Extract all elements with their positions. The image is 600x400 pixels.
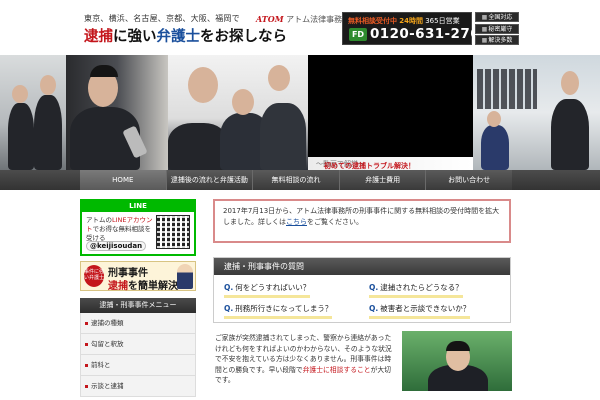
q-text: 刑務所行きになってしまう？ bbox=[235, 304, 333, 313]
tagline-tail: をお探しなら bbox=[200, 29, 287, 45]
badge-confidential: ■秘密厳守 bbox=[475, 23, 519, 34]
nav-home[interactable]: HOME bbox=[80, 170, 167, 190]
check-icon: ■ bbox=[481, 14, 488, 21]
q-prefix: Q. bbox=[369, 283, 379, 292]
sidebar-item-arrest-types[interactable]: 逮捕の種類 bbox=[80, 313, 196, 334]
line-id: @keijisoudan bbox=[86, 241, 147, 251]
q-prefix: Q. bbox=[369, 304, 379, 313]
ribbon-text: 初めての逮捕トラブル解決！ ～動画で解説～ bbox=[316, 159, 415, 170]
cta-free-label: 無料相談受付中 bbox=[348, 17, 397, 25]
nav-bar-left-fill bbox=[0, 170, 80, 190]
faq-question-what-to-do[interactable]: Q. 何をどうすればいい？ bbox=[224, 282, 311, 298]
site-tagline[interactable]: 逮捕に強い弁護士をお探しなら bbox=[84, 25, 287, 46]
sidebar-menu: 逮捕・刑事事件メニュー 逮捕の種類 勾留と釈放 前科と 示談と逮捕 bbox=[80, 298, 196, 397]
firm-logo[interactable]: ATOM アトム法律事務所 bbox=[256, 14, 350, 25]
hero-photo-lawyer-team bbox=[168, 55, 308, 170]
main-content: 2017年7月13日から、アトム法律事務所の刑事事件に関する無料相談の受付時間を… bbox=[213, 199, 512, 391]
portrait-hair bbox=[446, 341, 470, 351]
qr-code-icon bbox=[156, 215, 190, 249]
lawyer-portrait bbox=[402, 331, 512, 391]
sidebar-item-settlement[interactable]: 示談と逮捕 bbox=[80, 376, 196, 397]
hero-photo-lawyer-speaking bbox=[66, 55, 168, 170]
line-text-3: でお得な無料相談を受ける bbox=[86, 225, 151, 242]
intro-text: ご家族が突然逮捕されてしまった、警察から連絡があったけれども何をすればよいのかわ… bbox=[215, 333, 395, 386]
faq-box: 逮捕・刑事事件の質問 Q. 何をどうすればいい？ Q. 逮捕されたらどうなる？ Q.… bbox=[213, 257, 511, 323]
badge-label: 秘密厳守 bbox=[488, 25, 513, 33]
badge-label: 全国対応 bbox=[488, 14, 513, 21]
lawyer-illustration-icon bbox=[177, 264, 193, 289]
document-icon: ■ bbox=[481, 37, 488, 44]
line-consult-banner[interactable]: LINE アトムのLINEアカウントでお得な無料相談を受ける @keijisou… bbox=[80, 199, 196, 256]
hero-photo-meeting bbox=[0, 55, 66, 170]
nav-fees[interactable]: 弁護士費用 bbox=[340, 170, 427, 190]
banner-tail: を簡単解決 bbox=[128, 281, 178, 292]
lock-icon: ■ bbox=[481, 25, 488, 33]
line-header: LINE bbox=[82, 201, 194, 212]
banner-subtitle: 逮捕を簡単解決 bbox=[108, 277, 178, 292]
hero-photo-office bbox=[473, 55, 600, 170]
criminal-case-banner[interactable]: 事件に強い弁護士 刑事事件 逮捕を簡単解決 bbox=[80, 261, 196, 292]
notice-link[interactable]: こちら bbox=[286, 218, 307, 226]
badge-resolved: ■解決多数 bbox=[475, 35, 519, 45]
faq-question-settlement[interactable]: Q. 被害者と示談できないか？ bbox=[369, 303, 471, 319]
badge-label: 解決多数 bbox=[488, 37, 513, 44]
tagline-lawyer: 弁護士 bbox=[156, 29, 201, 45]
line-text-1: アトムの bbox=[86, 216, 112, 224]
intro-section: ご家族が突然逮捕されてしまった、警察から連絡があったけれども何をすればよいのかわ… bbox=[213, 331, 512, 391]
service-cities: 東京、横浜、名古屋、京都、大阪、福岡で bbox=[84, 14, 240, 23]
intro-highlight: 弁護士に相談すること bbox=[302, 365, 371, 374]
cta-hours: 無料相談受付中 24時間 365日営業 bbox=[348, 16, 460, 26]
nav-bar-right-fill bbox=[512, 170, 600, 190]
q-text: 逮捕されたらどうなる？ bbox=[380, 283, 463, 292]
badge-nationwide: ■全国対応 bbox=[475, 12, 519, 22]
firm-name: アトム法律事務所 bbox=[286, 15, 351, 24]
cta-days-label: 365日営業 bbox=[425, 17, 460, 25]
q-text: 何をどうすればいい？ bbox=[235, 283, 311, 292]
firm-brand: ATOM bbox=[256, 14, 284, 24]
faq-header: 逮捕・刑事事件の質問 bbox=[214, 258, 510, 275]
q-prefix: Q. bbox=[224, 304, 234, 313]
tagline-arrest: 逮捕 bbox=[84, 29, 113, 45]
banner-badge: 事件に強い弁護士 bbox=[84, 265, 104, 287]
banner-arrest: 逮捕 bbox=[108, 281, 128, 292]
phone-cta[interactable]: 無料相談受付中 24時間 365日営業 FD 0120-631-276 bbox=[342, 12, 480, 45]
faq-question-after-arrest[interactable]: Q. 逮捕されたらどうなる？ bbox=[369, 282, 463, 298]
q-text: 被害者と示談できないか？ bbox=[380, 304, 471, 313]
feature-badges: ■全国対応 ■秘密厳守 ■解決多数 bbox=[475, 12, 519, 47]
faq-question-prison[interactable]: Q. 刑務所行きになってしまう？ bbox=[224, 303, 333, 319]
phone-number[interactable]: 0120-631-276 bbox=[370, 26, 480, 42]
ribbon-title: 初めての逮捕トラブル解決！ bbox=[324, 162, 415, 170]
sidebar: LINE アトムのLINEアカウントでお得な無料相談を受ける @keijisou… bbox=[80, 199, 196, 397]
global-nav: HOME 逮捕後の流れと弁護活動 無料相談の流れ 弁護士費用 お問い合わせ bbox=[80, 170, 512, 190]
notice-box: 2017年7月13日から、アトム法律事務所の刑事事件に関する無料相談の受付時間を… bbox=[213, 199, 511, 243]
sidebar-item-detention[interactable]: 勾留と釈放 bbox=[80, 334, 196, 355]
nav-contact[interactable]: お問い合わせ bbox=[426, 170, 512, 190]
hero-video-player[interactable] bbox=[308, 55, 473, 170]
cta-24h-label: 24時間 bbox=[399, 17, 423, 25]
site-header: 東京、横浜、名古屋、京都、大阪、福岡で 逮捕に強い弁護士をお探しなら ATOM … bbox=[0, 0, 600, 55]
hero-banner: 初めての逮捕トラブル解決！ ～動画で解説～ bbox=[0, 55, 600, 170]
sidebar-menu-header: 逮捕・刑事事件メニュー bbox=[80, 298, 196, 313]
tagline-strong: に強い bbox=[113, 29, 157, 45]
sidebar-item-record[interactable]: 前科と bbox=[80, 355, 196, 376]
free-dial-icon: FD bbox=[349, 28, 367, 41]
line-description: アトムのLINEアカウントでお得な無料相談を受ける bbox=[86, 216, 154, 243]
nav-arrest-flow[interactable]: 逮捕後の流れと弁護活動 bbox=[167, 170, 254, 190]
q-prefix: Q. bbox=[224, 283, 234, 292]
nav-free-consult[interactable]: 無料相談の流れ bbox=[253, 170, 340, 190]
notice-tail: をご覧ください。 bbox=[307, 218, 363, 226]
hero-video-caption[interactable]: 初めての逮捕トラブル解決！ ～動画で解説～ bbox=[308, 157, 473, 170]
